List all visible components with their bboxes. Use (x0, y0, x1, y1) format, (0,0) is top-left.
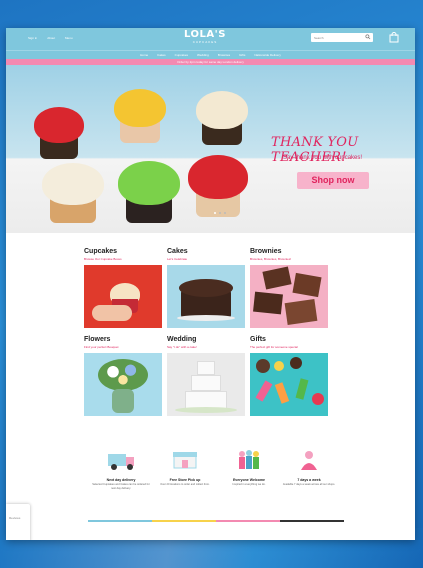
feature-seven-days: 7 days a week Available 7 days a week ac… (280, 448, 338, 487)
carousel-dot[interactable] (219, 212, 221, 214)
hero-subtitle: Say thank you with cupcakes! (283, 155, 363, 161)
carousel-dots (214, 212, 226, 214)
browser-page: Sign in About Menu LOLA'S CUPCAKES Searc… (6, 28, 415, 540)
category-subtitle: The perfect gift for someone special (250, 345, 298, 349)
category-image[interactable] (250, 353, 328, 416)
color-bar (88, 520, 152, 522)
category-subtitle: Say "I do" with a cake! (167, 345, 197, 349)
cupcake-image (38, 163, 108, 223)
catnav-cupcakes[interactable]: Cupcakes (175, 53, 188, 57)
category-image[interactable] (167, 265, 245, 328)
catnav-brownies[interactable]: Brownies (218, 53, 230, 57)
search-icon[interactable] (365, 34, 371, 40)
logo-subtitle: CUPCAKES (192, 40, 218, 44)
logo-title: LOLA'S (184, 29, 226, 40)
top-nav: Sign in About Menu (28, 36, 73, 40)
category-brownies[interactable]: Brownies Brownies, Brownies, Brownies! (250, 248, 328, 328)
color-bar (216, 520, 280, 522)
cupcake-image (110, 89, 170, 143)
feature-desc: Inspired in everything we do. (232, 483, 266, 486)
site-header: Sign in About Menu LOLA'S CUPCAKES Searc… (6, 28, 415, 50)
category-title: Cakes (167, 248, 188, 255)
color-bar (280, 520, 344, 522)
category-title: Brownies (250, 248, 282, 255)
catnav-nationwide-delivery[interactable]: Nationwide Delivery (254, 53, 281, 57)
feature-title: Free Store Pick up (169, 478, 201, 482)
carousel-dot[interactable] (224, 212, 226, 214)
reviews-label: Reviews (9, 516, 21, 520)
cupcake-image (114, 161, 184, 223)
nav-about[interactable]: About (47, 36, 55, 40)
feature-next-day-delivery: Next day delivery Selected Cupcakes and … (92, 448, 150, 490)
category-gifts[interactable]: Gifts The perfect gift for someone speci… (250, 336, 328, 416)
catnav-home[interactable]: Home (140, 53, 148, 57)
delivery-van-icon (108, 454, 134, 470)
cupcake-image (184, 155, 252, 217)
store-icon (173, 452, 197, 469)
category-wedding[interactable]: Wedding Say "I do" with a cake! (167, 336, 245, 416)
feature-desc: Selected Cupcakes and Cakes can be order… (92, 483, 150, 490)
feature-title: 7 days a week (297, 478, 321, 482)
category-nav: Home Cakes Cupcakes Wedding Brownies Gif… (6, 50, 415, 59)
category-image[interactable] (84, 353, 162, 416)
people-icon (239, 450, 259, 469)
category-cakes[interactable]: Cakes Let's Celebrate (167, 248, 245, 328)
feature-title: Everyone Welcome (232, 478, 266, 482)
catnav-wedding[interactable]: Wedding (197, 53, 209, 57)
cart-icon[interactable] (389, 32, 399, 43)
nav-sign-in[interactable]: Sign in (28, 36, 37, 40)
category-image[interactable] (167, 353, 245, 416)
category-subtitle: Browse Our Cupcake Boxes (84, 257, 122, 261)
category-flowers[interactable]: Flowers Find your perfect Bouquet (84, 336, 162, 416)
category-subtitle: Brownies, Brownies, Brownies! (250, 257, 292, 261)
site-logo[interactable]: LOLA'S CUPCAKES (184, 29, 226, 45)
search-input[interactable]: Search (311, 33, 373, 42)
category-cupcakes[interactable]: Cupcakes Browse Our Cupcake Boxes (84, 248, 162, 328)
category-subtitle: Find your perfect Bouquet (84, 345, 119, 349)
feature-desc: Over 20 locations to order and collect f… (160, 483, 210, 486)
category-subtitle: Let's Celebrate (167, 257, 188, 261)
feature-everyone-welcome: Everyone Welcome Inspired in everything … (220, 448, 278, 487)
category-title: Cupcakes (84, 248, 118, 255)
cupcake-image (192, 91, 252, 145)
nav-menu[interactable]: Menu (65, 36, 73, 40)
category-image[interactable] (250, 265, 328, 328)
feature-desc: Available 7 days a week across all our s… (282, 483, 336, 486)
color-bar (152, 520, 216, 522)
category-title: Gifts (250, 336, 266, 343)
hero-banner[interactable]: THANK YOU TEACHER! Say thank you with cu… (6, 65, 415, 233)
catnav-cakes[interactable]: Cakes (157, 53, 166, 57)
shop-now-button[interactable]: Shop now (297, 172, 369, 189)
category-title: Wedding (167, 336, 197, 343)
catnav-gifts[interactable]: Gifts (239, 53, 245, 57)
person-icon (301, 451, 317, 470)
feature-title: Next day delivery (106, 478, 136, 482)
category-title: Flowers (84, 336, 111, 343)
search-placeholder: Search (314, 35, 324, 40)
carousel-dot[interactable] (214, 212, 216, 214)
reviews-widget[interactable]: Reviews (6, 504, 30, 540)
category-image[interactable] (84, 265, 162, 328)
feature-store-pickup: Free Store Pick up Over 20 locations to … (156, 448, 214, 487)
cupcake-image (30, 107, 88, 159)
